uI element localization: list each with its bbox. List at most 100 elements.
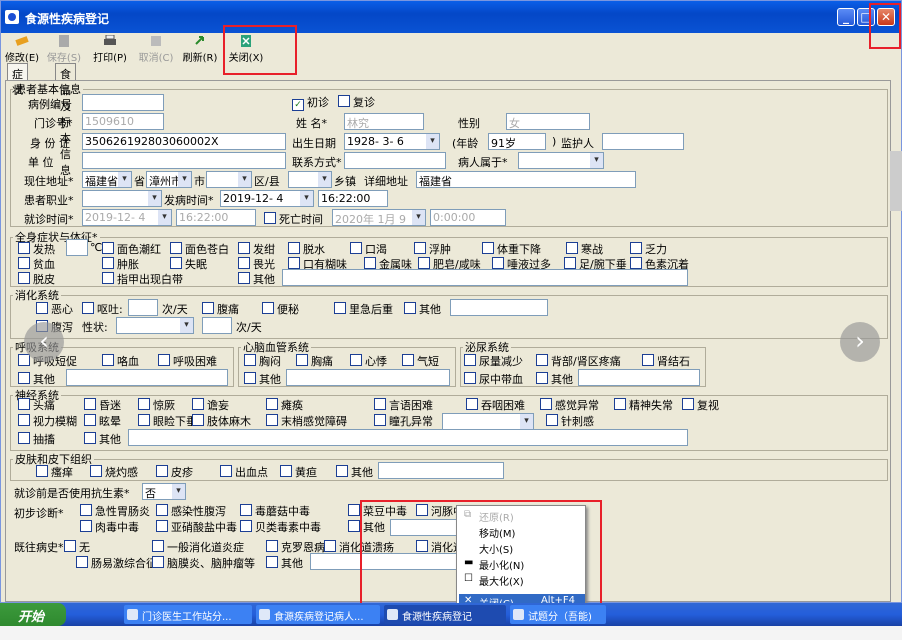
cardio-other-field[interactable] <box>286 369 450 386</box>
general-r1-checkbox-5[interactable]: 浮肿 <box>414 241 451 257</box>
general-r1-checkbox-6[interactable]: 体重下降 <box>482 241 541 257</box>
diag-r2-checkbox-1[interactable]: 亚硝酸盐中毒 <box>156 519 237 535</box>
diag-r1-checkbox-1[interactable]: 感染性腹泻 <box>156 503 226 519</box>
skin-other-field[interactable] <box>378 462 504 479</box>
close-icon[interactable]: ✕ <box>877 8 895 26</box>
skin-checkbox-3[interactable]: 出血点 <box>220 464 268 480</box>
vomit-count-field[interactable] <box>128 299 158 316</box>
pupil-select[interactable] <box>442 413 534 430</box>
uro-other-checkbox[interactable]: 其他 <box>536 371 573 387</box>
skin-checkbox-4[interactable]: 黄疸 <box>280 464 317 480</box>
nausea-checkbox[interactable]: 恶心 <box>36 301 73 317</box>
start-button[interactable]: 开始 <box>0 603 66 626</box>
neuro-r1-checkbox-4[interactable]: 瘫痪 <box>266 397 303 413</box>
neuro-r1-checkbox-6[interactable]: 吞咽困难 <box>466 397 525 413</box>
first-visit-checkbox[interactable]: 初诊 <box>292 94 329 111</box>
palpitation-checkbox[interactable]: 心悸 <box>350 353 387 369</box>
minimize-button[interactable]: _ <box>837 8 855 26</box>
menu-restore[interactable]: ⧉ 还原(R) <box>459 508 585 524</box>
back-pain-checkbox[interactable]: 背部/肾区疼痛 <box>536 353 621 369</box>
vomit-checkbox[interactable]: 呕吐: <box>82 301 123 317</box>
neuro-r2-checkbox-4[interactable]: 末梢感觉障碍 <box>266 413 347 429</box>
general-r2-checkbox-3[interactable]: 畏光 <box>238 256 275 272</box>
print-button[interactable]: 打印(P) <box>91 35 129 64</box>
general-other-field[interactable] <box>282 269 688 286</box>
skin-checkbox-0[interactable]: 瘙痒 <box>36 464 73 480</box>
hematuria-checkbox[interactable]: 尿中带血 <box>464 371 523 387</box>
diarrhea-count-field[interactable] <box>202 317 232 334</box>
neuro-r1-checkbox-0[interactable]: 头痛 <box>18 397 55 413</box>
abd-pain-checkbox[interactable]: 腹痛 <box>202 301 239 317</box>
skin-checkbox-2[interactable]: 皮疹 <box>156 464 193 480</box>
visit-date-picker[interactable]: 2019-12- 4 <box>82 209 172 226</box>
peeling-checkbox[interactable]: 脱皮 <box>18 271 55 287</box>
uro-other-field[interactable] <box>578 369 700 386</box>
general-r1-checkbox-3[interactable]: 脱水 <box>288 241 325 257</box>
chest-pain-checkbox[interactable]: 胸痛 <box>296 353 333 369</box>
fever-checkbox[interactable]: 发热 <box>18 241 55 257</box>
unit-field[interactable] <box>82 152 286 169</box>
neuro-r2-checkbox-0[interactable]: 视力模糊 <box>18 413 77 429</box>
neuro-r1-checkbox-9[interactable]: 复视 <box>682 397 719 413</box>
diag-r2-checkbox-0[interactable]: 肉毒中毒 <box>80 519 139 535</box>
task-other[interactable]: 试题分（吾能) <box>510 605 606 624</box>
general-r2-checkbox-0[interactable]: 贫血 <box>18 256 55 272</box>
hist-r2-checkbox-2[interactable]: 其他 <box>266 555 303 571</box>
kidney-stone-checkbox[interactable]: 肾结石 <box>642 353 690 369</box>
tingling-checkbox[interactable]: 针刺感 <box>546 413 594 429</box>
guardian-field[interactable] <box>602 133 684 150</box>
case-no-field[interactable] <box>82 94 164 111</box>
nature-select[interactable] <box>116 317 194 334</box>
diag-r1-checkbox-0[interactable]: 急性胃肠炎 <box>80 503 150 519</box>
resp-other-field[interactable] <box>66 369 228 386</box>
revisit-checkbox[interactable]: 复诊 <box>338 94 375 110</box>
skin-checkbox-5[interactable]: 其他 <box>336 464 373 480</box>
general-other-checkbox[interactable]: 其他 <box>238 271 275 287</box>
neuro-other-checkbox[interactable]: 其他 <box>84 431 121 447</box>
diag-r2-checkbox-2[interactable]: 贝类毒素中毒 <box>240 519 321 535</box>
neuro-r2-checkbox-1[interactable]: 眩晕 <box>84 413 121 429</box>
tenesmus-checkbox[interactable]: 里急后重 <box>334 301 393 317</box>
onset-date-picker[interactable]: 2019-12- 4 <box>220 190 314 207</box>
chest-tight-checkbox[interactable]: 胸闷 <box>244 353 281 369</box>
save-button[interactable]: 保存(S) <box>45 35 83 64</box>
short-breath-checkbox[interactable]: 气短 <box>402 353 439 369</box>
id-card-field[interactable]: 350626192803060002X <box>82 133 286 150</box>
hist-r2-checkbox-1[interactable]: 脑膜炎、脑肿瘤等 <box>152 555 255 571</box>
task-disease-patient[interactable]: 食源疾病登记病人... <box>256 605 380 624</box>
cancel-button[interactable]: 取消(C) <box>137 35 175 64</box>
vertical-scrollbar[interactable] <box>890 151 902 211</box>
convulsion-checkbox[interactable]: 抽搐 <box>18 431 55 447</box>
district-select[interactable] <box>206 171 252 188</box>
menu-size[interactable]: 大小(S) <box>459 540 585 556</box>
hist-r1-checkbox-0[interactable]: 无 <box>64 539 90 555</box>
neuro-r1-checkbox-5[interactable]: 言语困难 <box>374 397 433 413</box>
temperature-field[interactable] <box>66 239 88 256</box>
neuro-r2-checkbox-3[interactable]: 肢体麻木 <box>192 413 251 429</box>
onset-time-field[interactable]: 16:22:00 <box>318 190 388 207</box>
close-button[interactable]: 关闭(X) <box>227 35 265 64</box>
history-other-field[interactable] <box>310 553 460 570</box>
neuro-r2-checkbox-5[interactable]: 瞳孔异常 <box>374 413 433 429</box>
hist-r2-checkbox-0[interactable]: 肠易激综合征 <box>76 555 157 571</box>
death-time-checkbox[interactable]: 死亡时间 <box>264 211 323 227</box>
hemoptysis-checkbox[interactable]: 咯血 <box>102 353 139 369</box>
previous-arrow-icon[interactable]: ‹ <box>24 322 64 362</box>
death-date-picker[interactable]: 2020年 1月 9 <box>332 209 426 226</box>
general-r2-checkbox-2[interactable]: 失眠 <box>170 256 207 272</box>
diag-r1-checkbox-2[interactable]: 毒蘑菇中毒 <box>240 503 310 519</box>
constipation-checkbox[interactable]: 便秘 <box>262 301 299 317</box>
neuro-r2-checkbox-2[interactable]: 眼睑下垂 <box>138 413 197 429</box>
tab-symptoms[interactable]: 症状 <box>7 63 28 97</box>
clinic-no-field[interactable]: 1509610 <box>82 113 164 130</box>
diag-other-field[interactable] <box>390 519 460 536</box>
detail-address-field[interactable]: 福建省 <box>416 171 636 188</box>
birth-date-picker[interactable]: 1928- 3- 6 <box>344 133 440 150</box>
digest-other-checkbox[interactable]: 其他 <box>404 301 441 317</box>
hist-r1-checkbox-1[interactable]: 一般消化道炎症 <box>152 539 244 555</box>
menu-minimize[interactable]: ▬ 最小化(N) <box>459 556 585 572</box>
digest-other-field[interactable] <box>450 299 548 316</box>
death-time-field[interactable]: 0:00:00 <box>430 209 506 226</box>
nail-band-checkbox[interactable]: 指甲出现白带 <box>102 271 183 287</box>
refresh-button[interactable]: 刷新(R) <box>181 35 219 64</box>
